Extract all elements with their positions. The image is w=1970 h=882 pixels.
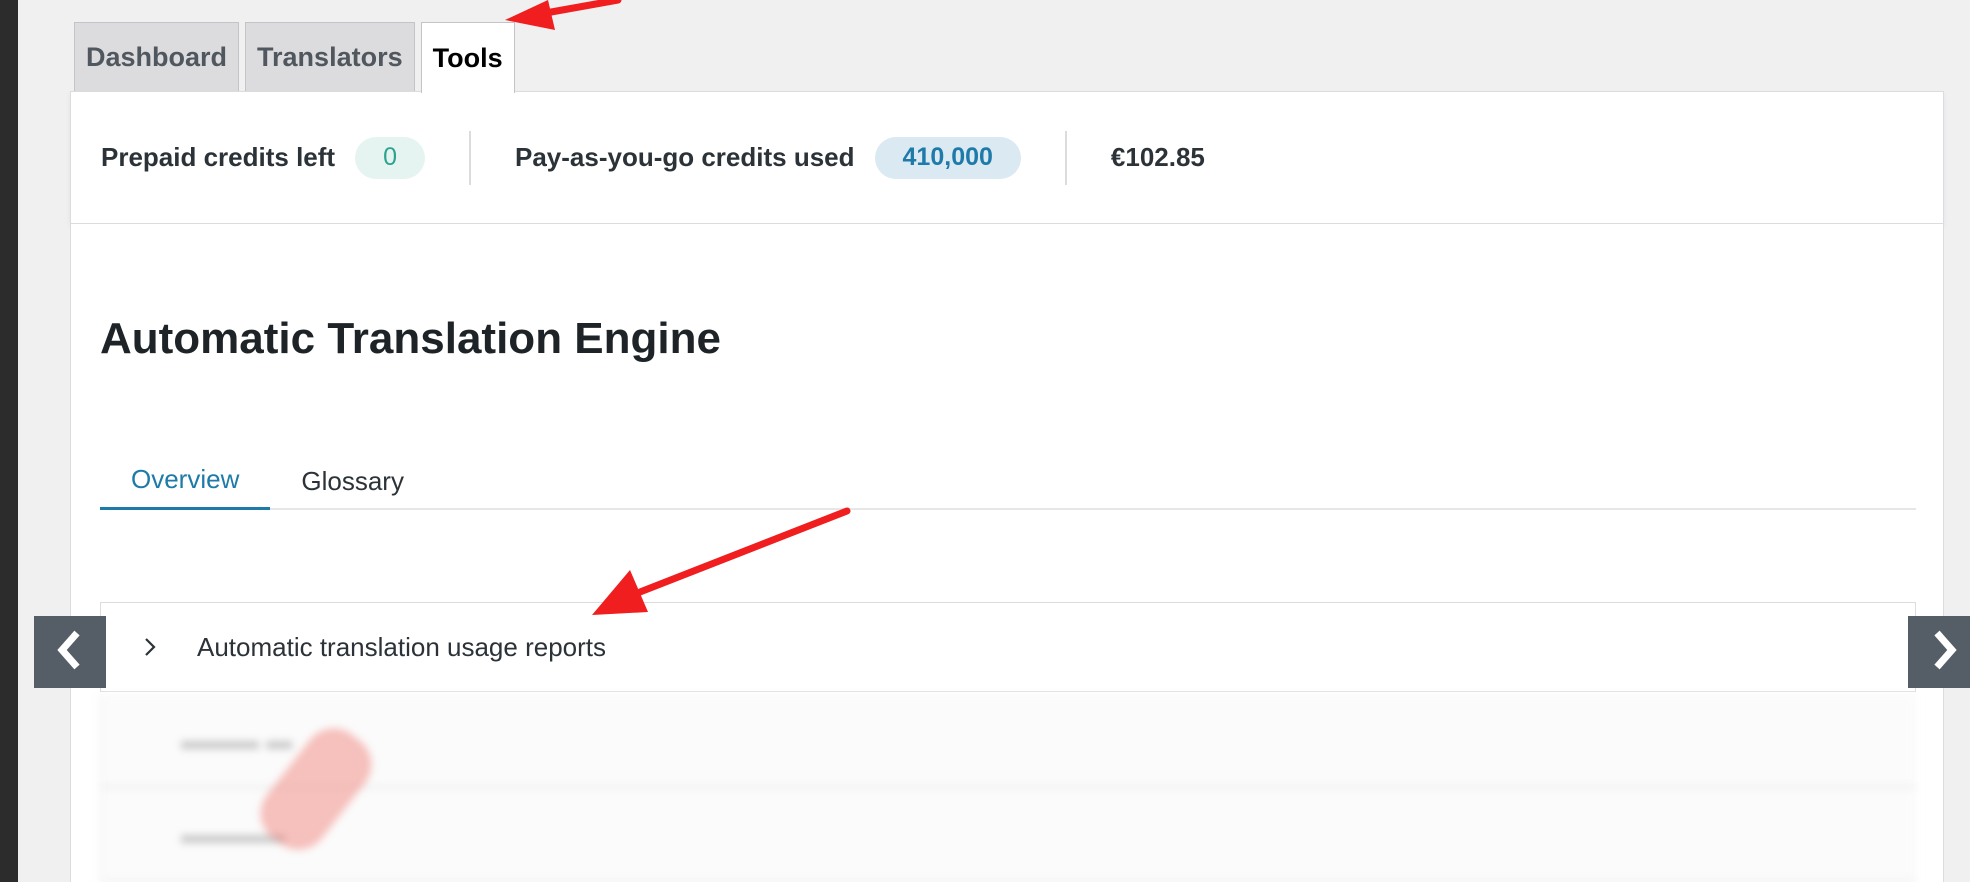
tab-dashboard[interactable]: Dashboard [74,22,240,92]
tab-translators[interactable]: Translators [245,22,415,92]
prepaid-credits-badge: 0 [355,136,425,179]
divider [468,130,471,185]
annotation-arrow-tools [505,0,622,30]
blurred-row: ▬▬▬ ▬ [101,694,1916,788]
divider [1064,130,1067,185]
payg-credits-badge: 410,000 [874,136,1021,179]
page-title: Automatic Translation Engine [100,314,721,363]
blurred-content: ▬▬▬ ▬ ▬▬▬▬ [100,694,1916,882]
prepaid-credits-label: Prepaid credits left [101,142,336,172]
usage-reports-accordion[interactable]: Automatic translation usage reports [100,602,1916,692]
main-panel: Automatic Translation Engine Overview Gl… [70,224,1944,882]
carousel-next-button[interactable] [1908,616,1970,688]
credits-panel: Prepaid credits left 0 Pay-as-you-go cre… [70,91,1944,224]
window-edge-bar [0,0,18,882]
nav-tabs: Dashboard Translators Tools [74,22,515,93]
tab-tools[interactable]: Tools [420,22,515,93]
payg-credits: Pay-as-you-go credits used 410,000 [515,92,1021,223]
accordion-label: Automatic translation usage reports [197,631,606,662]
chevron-right-icon [135,632,165,662]
tab-overview[interactable]: Overview [100,452,271,510]
carousel-prev-button[interactable] [34,616,106,688]
chevron-left-icon [53,628,87,677]
payg-credits-label: Pay-as-you-go credits used [514,142,855,172]
blurred-row: ▬▬▬▬ [101,788,1916,882]
tab-glossary[interactable]: Glossary [270,452,435,510]
credits-amount: €102.85 [1110,142,1205,172]
prepaid-credits: Prepaid credits left 0 [101,92,425,223]
sub-tabs: Overview Glossary [100,452,1916,510]
chevron-right-icon [1927,628,1961,677]
